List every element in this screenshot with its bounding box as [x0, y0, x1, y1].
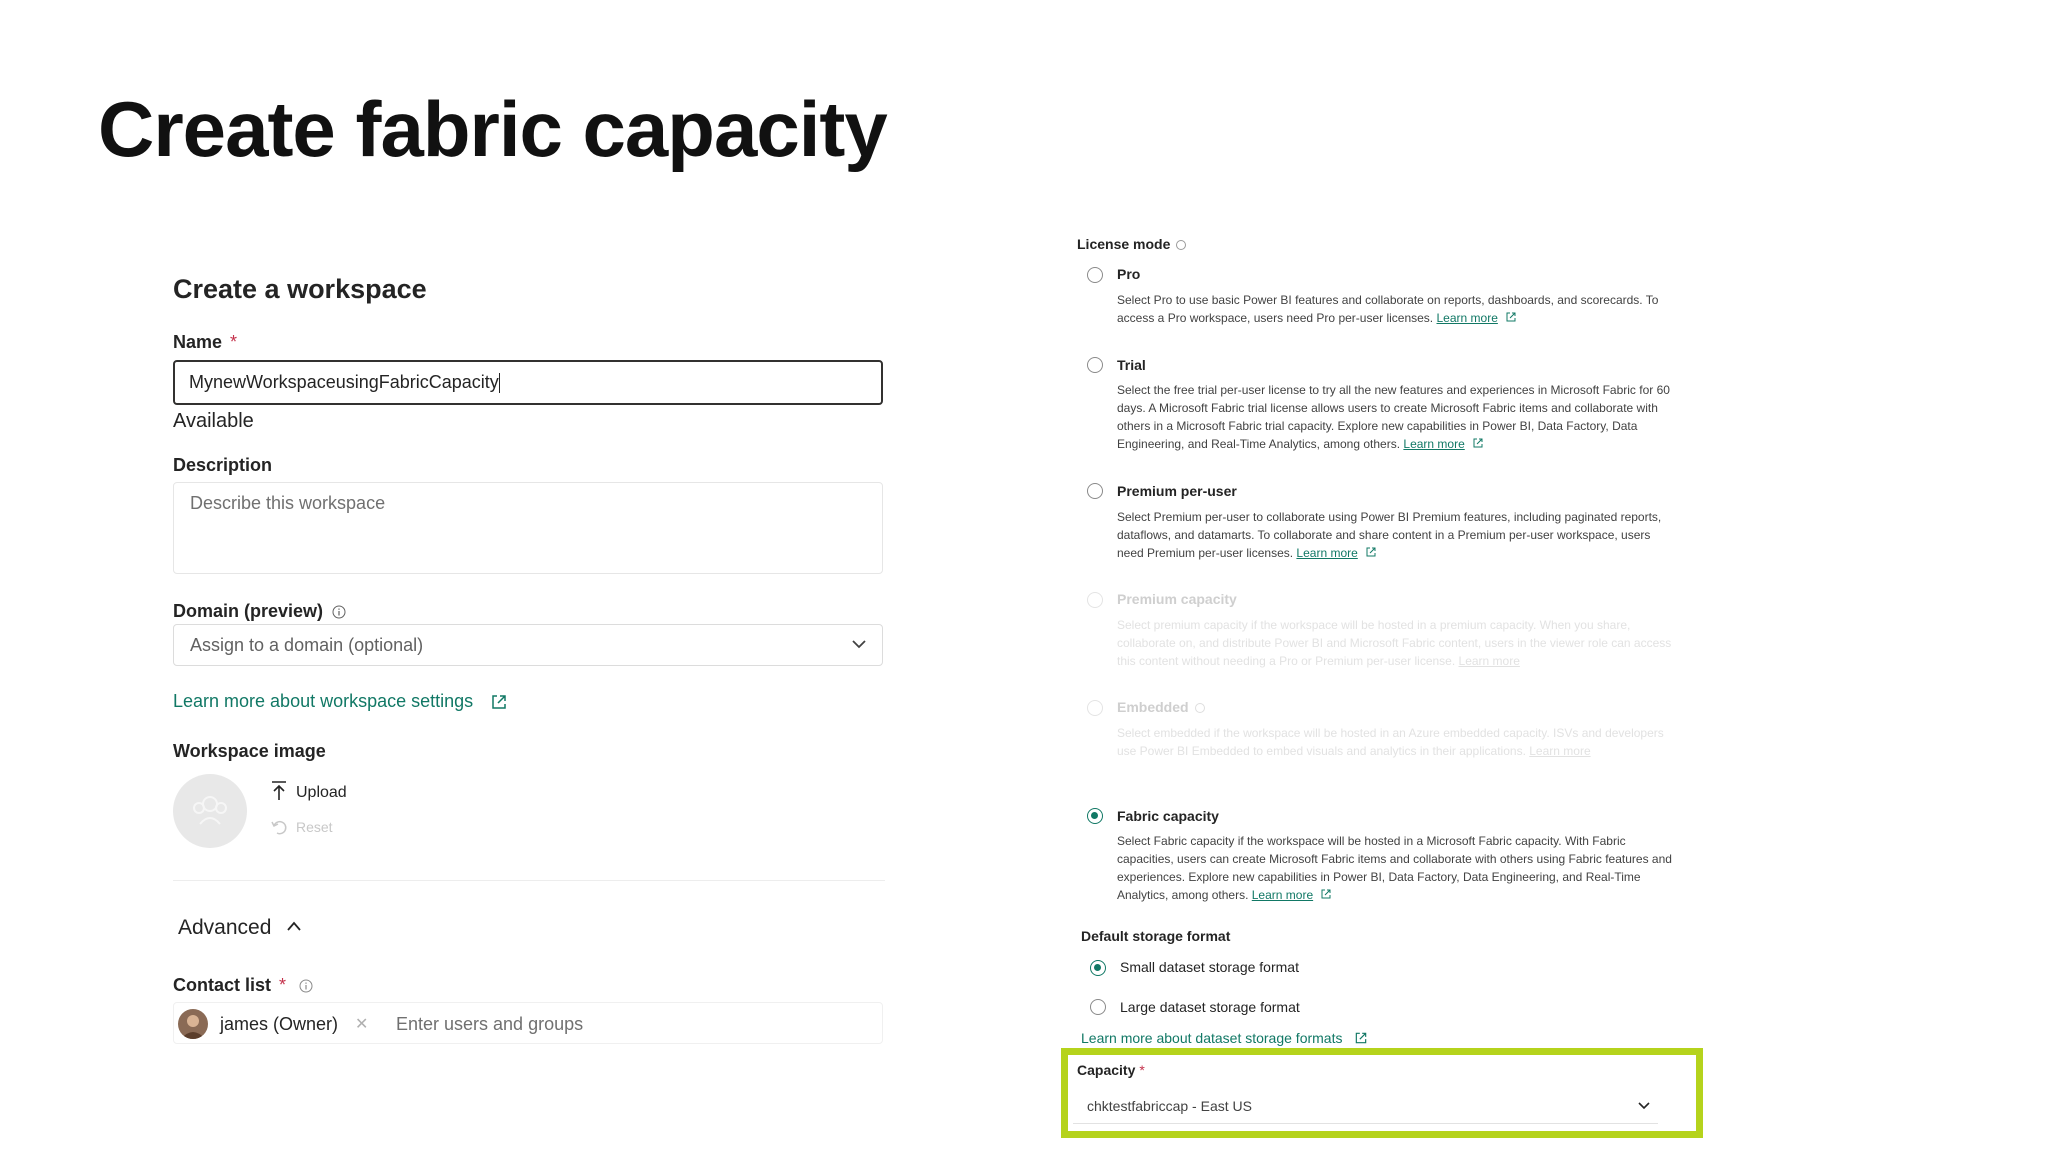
- license-mode-label-text: License mode: [1077, 236, 1171, 252]
- undo-icon: [271, 820, 287, 835]
- upload-label: Upload: [296, 784, 347, 801]
- name-availability: Available: [173, 410, 254, 432]
- storage-format-label: Default storage format: [1081, 928, 1231, 944]
- contact-chip-label: james (Owner): [220, 1014, 339, 1034]
- option-description-premium-per-user: Select Premium per-user to collaborate u…: [1117, 508, 1677, 562]
- contact-list-label: Contact list *: [173, 975, 313, 996]
- capacity-select[interactable]: chktestfabriccap - East US: [1073, 1088, 1658, 1124]
- upload-button[interactable]: Upload: [270, 780, 347, 802]
- panel-heading: Create a workspace: [173, 274, 427, 304]
- small-storage-label: Small dataset storage format: [1120, 959, 1299, 975]
- option-title-pro: Pro: [1117, 266, 1141, 282]
- workspace-image-label: Workspace image: [173, 741, 326, 761]
- info-icon[interactable]: [1176, 240, 1187, 251]
- radio-embedded: [1087, 700, 1103, 716]
- workspace-settings-link[interactable]: Learn more about workspace settings: [173, 691, 508, 712]
- external-link-icon: [1321, 889, 1331, 899]
- learn-more-link[interactable]: Learn more: [1252, 888, 1313, 902]
- option-description-text: Select the free trial per-user license t…: [1117, 383, 1670, 451]
- option-description-text: Select premium capacity if the workspace…: [1117, 618, 1672, 668]
- option-title-fabric-capacity: Fabric capacity: [1117, 808, 1219, 824]
- option-description-text: Select Premium per-user to collaborate u…: [1117, 510, 1662, 560]
- option-title-trial: Trial: [1117, 357, 1146, 373]
- external-link-icon: [1366, 547, 1376, 557]
- external-link-icon: [1506, 312, 1516, 322]
- external-link-icon: [1356, 1032, 1367, 1044]
- learn-more-link: Learn more: [1458, 654, 1520, 668]
- storage-formats-link[interactable]: Learn more about dataset storage formats: [1081, 1030, 1368, 1046]
- option-title-premium-per-user: Premium per-user: [1117, 483, 1237, 499]
- learn-more-link[interactable]: Learn more: [1296, 546, 1357, 560]
- option-description-embedded: Select embedded if the workspace will be…: [1117, 724, 1677, 760]
- external-link-icon: [492, 695, 506, 709]
- option-title-embedded-text: Embedded: [1117, 699, 1189, 715]
- name-label-text: Name: [173, 332, 223, 352]
- reset-button[interactable]: Reset: [270, 818, 333, 836]
- option-description-text: Select Fabric capacity if the workspace …: [1117, 834, 1672, 902]
- name-input-value: MynewWorkspaceusingFabricCapacity: [189, 372, 499, 392]
- domain-placeholder: Assign to a domain (optional): [190, 635, 424, 655]
- domain-label: Domain (preview): [173, 601, 346, 622]
- info-icon: [1194, 703, 1205, 714]
- advanced-toggle[interactable]: Advanced: [178, 916, 303, 940]
- info-icon[interactable]: [332, 605, 346, 619]
- radio-pro[interactable]: [1087, 267, 1103, 283]
- workspace-avatar: [173, 774, 247, 848]
- capacity-label-text: Capacity: [1077, 1062, 1136, 1078]
- reset-label: Reset: [296, 819, 333, 835]
- option-title-embedded: Embedded: [1117, 699, 1205, 715]
- slide-title: Create fabric capacity: [98, 85, 888, 173]
- required-mark: *: [1139, 1062, 1145, 1078]
- description-field[interactable]: Describe this workspace: [173, 482, 883, 574]
- required-mark: *: [230, 332, 238, 352]
- name-label: Name *: [173, 332, 237, 353]
- option-title-premium-capacity: Premium capacity: [1117, 591, 1237, 607]
- chevron-up-icon: [287, 921, 301, 931]
- contact-input-placeholder: Enter users and groups: [396, 1014, 584, 1034]
- user-avatar: [178, 1009, 208, 1039]
- storage-formats-link-text: Learn more about dataset storage formats: [1081, 1030, 1343, 1046]
- required-mark: *: [279, 975, 287, 995]
- radio-fabric-capacity[interactable]: [1087, 808, 1103, 824]
- description-placeholder: Describe this workspace: [190, 493, 386, 513]
- radio-small-storage[interactable]: [1090, 960, 1106, 976]
- radio-premium-per-user[interactable]: [1087, 483, 1103, 499]
- radio-large-storage[interactable]: [1090, 999, 1106, 1015]
- option-description-text: Select Pro to use basic Power BI feature…: [1117, 293, 1659, 325]
- workspace-settings-link-text: Learn more about workspace settings: [173, 691, 474, 711]
- large-storage-label: Large dataset storage format: [1120, 999, 1300, 1015]
- upload-icon: [272, 781, 286, 800]
- option-description-trial: Select the free trial per-user license t…: [1117, 381, 1677, 453]
- text-cursor: [498, 373, 500, 394]
- learn-more-link[interactable]: Learn more: [1403, 437, 1464, 451]
- domain-label-text: Domain (preview): [173, 601, 324, 621]
- description-label: Description: [173, 455, 273, 475]
- radio-premium-capacity: [1087, 592, 1103, 608]
- chevron-down-icon: [852, 640, 866, 649]
- domain-select[interactable]: Assign to a domain (optional): [173, 624, 883, 666]
- contact-list-label-text: Contact list: [173, 975, 272, 995]
- remove-chip-icon[interactable]: ✕: [355, 1014, 368, 1034]
- group-icon: [193, 796, 227, 825]
- section-divider: [173, 880, 885, 881]
- capacity-label: Capacity *: [1077, 1062, 1145, 1078]
- option-description-pro: Select Pro to use basic Power BI feature…: [1117, 291, 1677, 327]
- workspace-name-input[interactable]: MynewWorkspaceusingFabricCapacity: [173, 360, 883, 405]
- license-mode-label: License mode: [1077, 236, 1187, 252]
- chevron-down-icon: [1638, 1102, 1650, 1110]
- option-description-premium-capacity: Select premium capacity if the workspace…: [1117, 616, 1677, 670]
- external-link-icon: [1473, 438, 1483, 448]
- advanced-label: Advanced: [178, 916, 272, 939]
- radio-trial[interactable]: [1087, 357, 1103, 373]
- option-description-fabric-capacity: Select Fabric capacity if the workspace …: [1117, 832, 1677, 904]
- capacity-value: chktestfabriccap - East US: [1087, 1098, 1252, 1114]
- learn-more-link: Learn more: [1529, 744, 1591, 758]
- learn-more-link[interactable]: Learn more: [1437, 311, 1498, 325]
- info-icon[interactable]: [299, 979, 313, 993]
